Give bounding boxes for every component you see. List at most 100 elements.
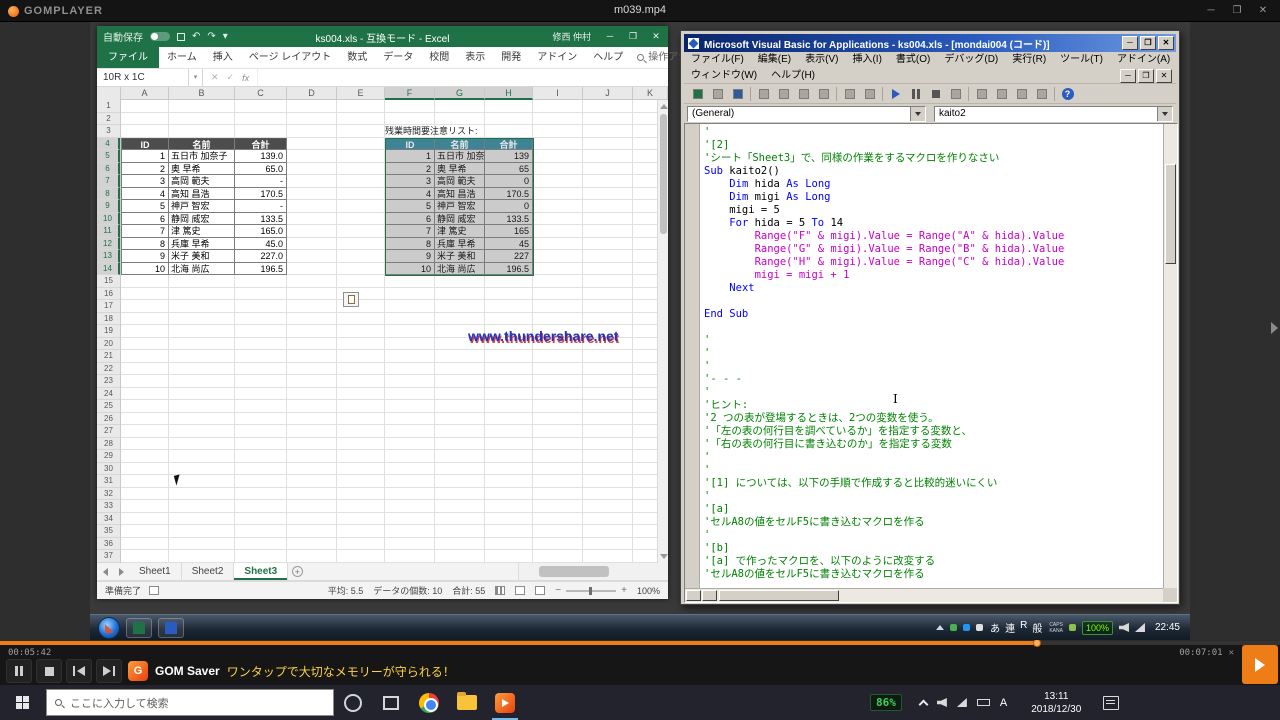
table-cell[interactable]: 9 bbox=[385, 250, 435, 263]
code-window-close-button[interactable]: ✕ bbox=[1156, 69, 1172, 83]
table-cell[interactable]: 10 bbox=[121, 263, 169, 276]
table-cell[interactable]: 五日市 加奈子 bbox=[169, 150, 235, 163]
excel-close-button[interactable]: ✕ bbox=[646, 26, 666, 47]
code-line-33[interactable]: '[b] bbox=[704, 542, 1159, 555]
vba-menu-item-6[interactable]: デバッグ(D) bbox=[937, 52, 1005, 68]
procedure-view-button[interactable] bbox=[686, 590, 701, 601]
win7-taskbar-vba-icon[interactable] bbox=[158, 618, 184, 638]
row-header-12[interactable]: 12 bbox=[97, 238, 120, 251]
row-header-18[interactable]: 18 bbox=[97, 313, 120, 326]
code-line-16[interactable] bbox=[704, 321, 1159, 334]
row-header-4[interactable]: 4 bbox=[97, 138, 120, 151]
column-header-D[interactable]: D bbox=[287, 87, 337, 100]
mute-icon[interactable]: ✕ bbox=[1229, 648, 1234, 658]
scrollbar-thumb[interactable] bbox=[1165, 164, 1176, 264]
table-cell[interactable]: - bbox=[235, 200, 287, 213]
insert-function-icon[interactable]: fx bbox=[242, 73, 249, 83]
panel-expand-button[interactable] bbox=[1242, 645, 1278, 684]
cortana-button[interactable] bbox=[334, 685, 372, 720]
excel-horizontal-scrollbar[interactable] bbox=[518, 563, 668, 580]
tray-app-icon[interactable] bbox=[950, 624, 957, 631]
row-header-27[interactable]: 27 bbox=[97, 425, 120, 438]
win7-taskbar-excel-icon[interactable] bbox=[126, 618, 152, 638]
column-header-H[interactable]: H bbox=[485, 87, 533, 100]
vba-menu-item-2[interactable]: 編集(E) bbox=[751, 52, 798, 68]
chrome-taskbar-button[interactable] bbox=[410, 685, 448, 720]
row-header-28[interactable]: 28 bbox=[97, 438, 120, 451]
object-browser-icon[interactable] bbox=[1012, 86, 1031, 103]
table-cell[interactable]: 米子 美和 bbox=[169, 250, 235, 263]
table-cell[interactable]: 高岡 範夫 bbox=[169, 175, 235, 188]
table-cell[interactable]: 133.5 bbox=[485, 213, 533, 226]
table-cell[interactable]: 3 bbox=[121, 175, 169, 188]
code-line-10[interactable]: Range("G" & migi).Value = Range("B" & hi… bbox=[704, 243, 1159, 256]
row-header-36[interactable]: 36 bbox=[97, 538, 120, 551]
previous-button[interactable] bbox=[66, 659, 92, 683]
sheet-nav-right[interactable] bbox=[113, 563, 129, 580]
gom-minimize-button[interactable]: ─ bbox=[1198, 0, 1224, 22]
tray-app-icon[interactable] bbox=[976, 624, 983, 631]
sheet-tab-Sheet2[interactable]: Sheet2 bbox=[182, 563, 235, 580]
excel-restore-button[interactable]: ❐ bbox=[623, 26, 643, 47]
row-header-33[interactable]: 33 bbox=[97, 500, 120, 513]
table-cell[interactable]: 4 bbox=[385, 188, 435, 201]
video-display-area[interactable]: www.thundershare.net 自動保存 ↶ ↷ ▾ ks004.xl… bbox=[0, 22, 1280, 640]
tray-app-icon[interactable] bbox=[963, 624, 970, 631]
properties-window-icon[interactable] bbox=[992, 86, 1011, 103]
name-box[interactable]: 10R x 1C bbox=[97, 69, 189, 86]
scrollbar-thumb[interactable] bbox=[660, 114, 667, 234]
redo-icon[interactable] bbox=[860, 86, 879, 103]
code-line-20[interactable]: '- - - bbox=[704, 373, 1159, 386]
row-header-26[interactable]: 26 bbox=[97, 413, 120, 426]
zoom-out-icon[interactable]: − bbox=[555, 585, 561, 596]
break-icon[interactable] bbox=[906, 86, 925, 103]
column-header-I[interactable]: I bbox=[533, 87, 583, 100]
page-layout-view-icon[interactable] bbox=[515, 586, 525, 595]
row-header-25[interactable]: 25 bbox=[97, 400, 120, 413]
vba-menu-item-w1[interactable]: ウィンドウ(W) bbox=[684, 68, 764, 83]
scroll-up-icon[interactable] bbox=[660, 104, 668, 109]
table-cell[interactable]: 津 篤史 bbox=[169, 225, 235, 238]
table-cell[interactable]: 65.0 bbox=[235, 163, 287, 176]
code-line-7[interactable]: migi = 5 bbox=[704, 204, 1159, 217]
win7-network-icon[interactable] bbox=[1135, 623, 1145, 632]
column-header-F[interactable]: F bbox=[385, 87, 435, 100]
code-line-2[interactable]: '[2] bbox=[704, 139, 1159, 152]
row-header-13[interactable]: 13 bbox=[97, 250, 120, 263]
code-line-4[interactable]: Sub kaito2() bbox=[704, 165, 1159, 178]
row-header-16[interactable]: 16 bbox=[97, 288, 120, 301]
code-line-35[interactable]: 'セルA8の値をセルF5に書き込むマクロを作る bbox=[704, 568, 1159, 581]
table-cell[interactable]: 1 bbox=[385, 150, 435, 163]
dropdown-arrow-icon[interactable] bbox=[910, 107, 925, 121]
column-header-K[interactable]: K bbox=[633, 87, 668, 100]
code-editor[interactable]: ''[2]'シート「Sheet3」で、同様の作業をするマクロを作りなさいSub … bbox=[704, 126, 1159, 588]
confirm-entry-icon[interactable]: ✓ bbox=[227, 72, 235, 83]
code-line-32[interactable]: ' bbox=[704, 529, 1159, 542]
zoom-control[interactable]: − + bbox=[555, 585, 627, 596]
row-header-20[interactable]: 20 bbox=[97, 338, 120, 351]
table-cell[interactable]: 奥 早希 bbox=[169, 163, 235, 176]
win7-tray-expand-icon[interactable] bbox=[936, 625, 944, 630]
task-view-button[interactable] bbox=[372, 685, 410, 720]
table-cell[interactable]: 9 bbox=[121, 250, 169, 263]
copy-icon[interactable] bbox=[774, 86, 793, 103]
table-cell[interactable]: 5 bbox=[385, 200, 435, 213]
table-cell[interactable]: 高知 昌浩 bbox=[169, 188, 235, 201]
excel-user-name[interactable]: 修西 仲村 bbox=[552, 30, 591, 43]
table-cell[interactable]: 6 bbox=[385, 213, 435, 226]
name-box-dropdown-icon[interactable]: ▾ bbox=[189, 69, 203, 86]
table-cell[interactable]: 五日市 加奈子 bbox=[435, 150, 485, 163]
row-header-17[interactable]: 17 bbox=[97, 300, 120, 313]
vba-horizontal-scrollbar[interactable] bbox=[685, 588, 1164, 602]
gom-panel-tab-icon[interactable] bbox=[1271, 322, 1278, 334]
table-cell[interactable]: 米子 美和 bbox=[435, 250, 485, 263]
project-explorer-icon[interactable] bbox=[972, 86, 991, 103]
table-cell[interactable]: 165.0 bbox=[235, 225, 287, 238]
zoom-in-icon[interactable]: + bbox=[621, 585, 627, 596]
table-cell[interactable]: 227 bbox=[485, 250, 533, 263]
add-sheet-button[interactable]: + bbox=[288, 563, 306, 580]
win7-battery-indicator[interactable]: 100% bbox=[1082, 621, 1113, 635]
speaker-icon[interactable] bbox=[937, 698, 947, 707]
ribbon-tab-1[interactable]: ファイル bbox=[97, 47, 159, 68]
excel-vertical-scrollbar[interactable] bbox=[657, 100, 668, 563]
